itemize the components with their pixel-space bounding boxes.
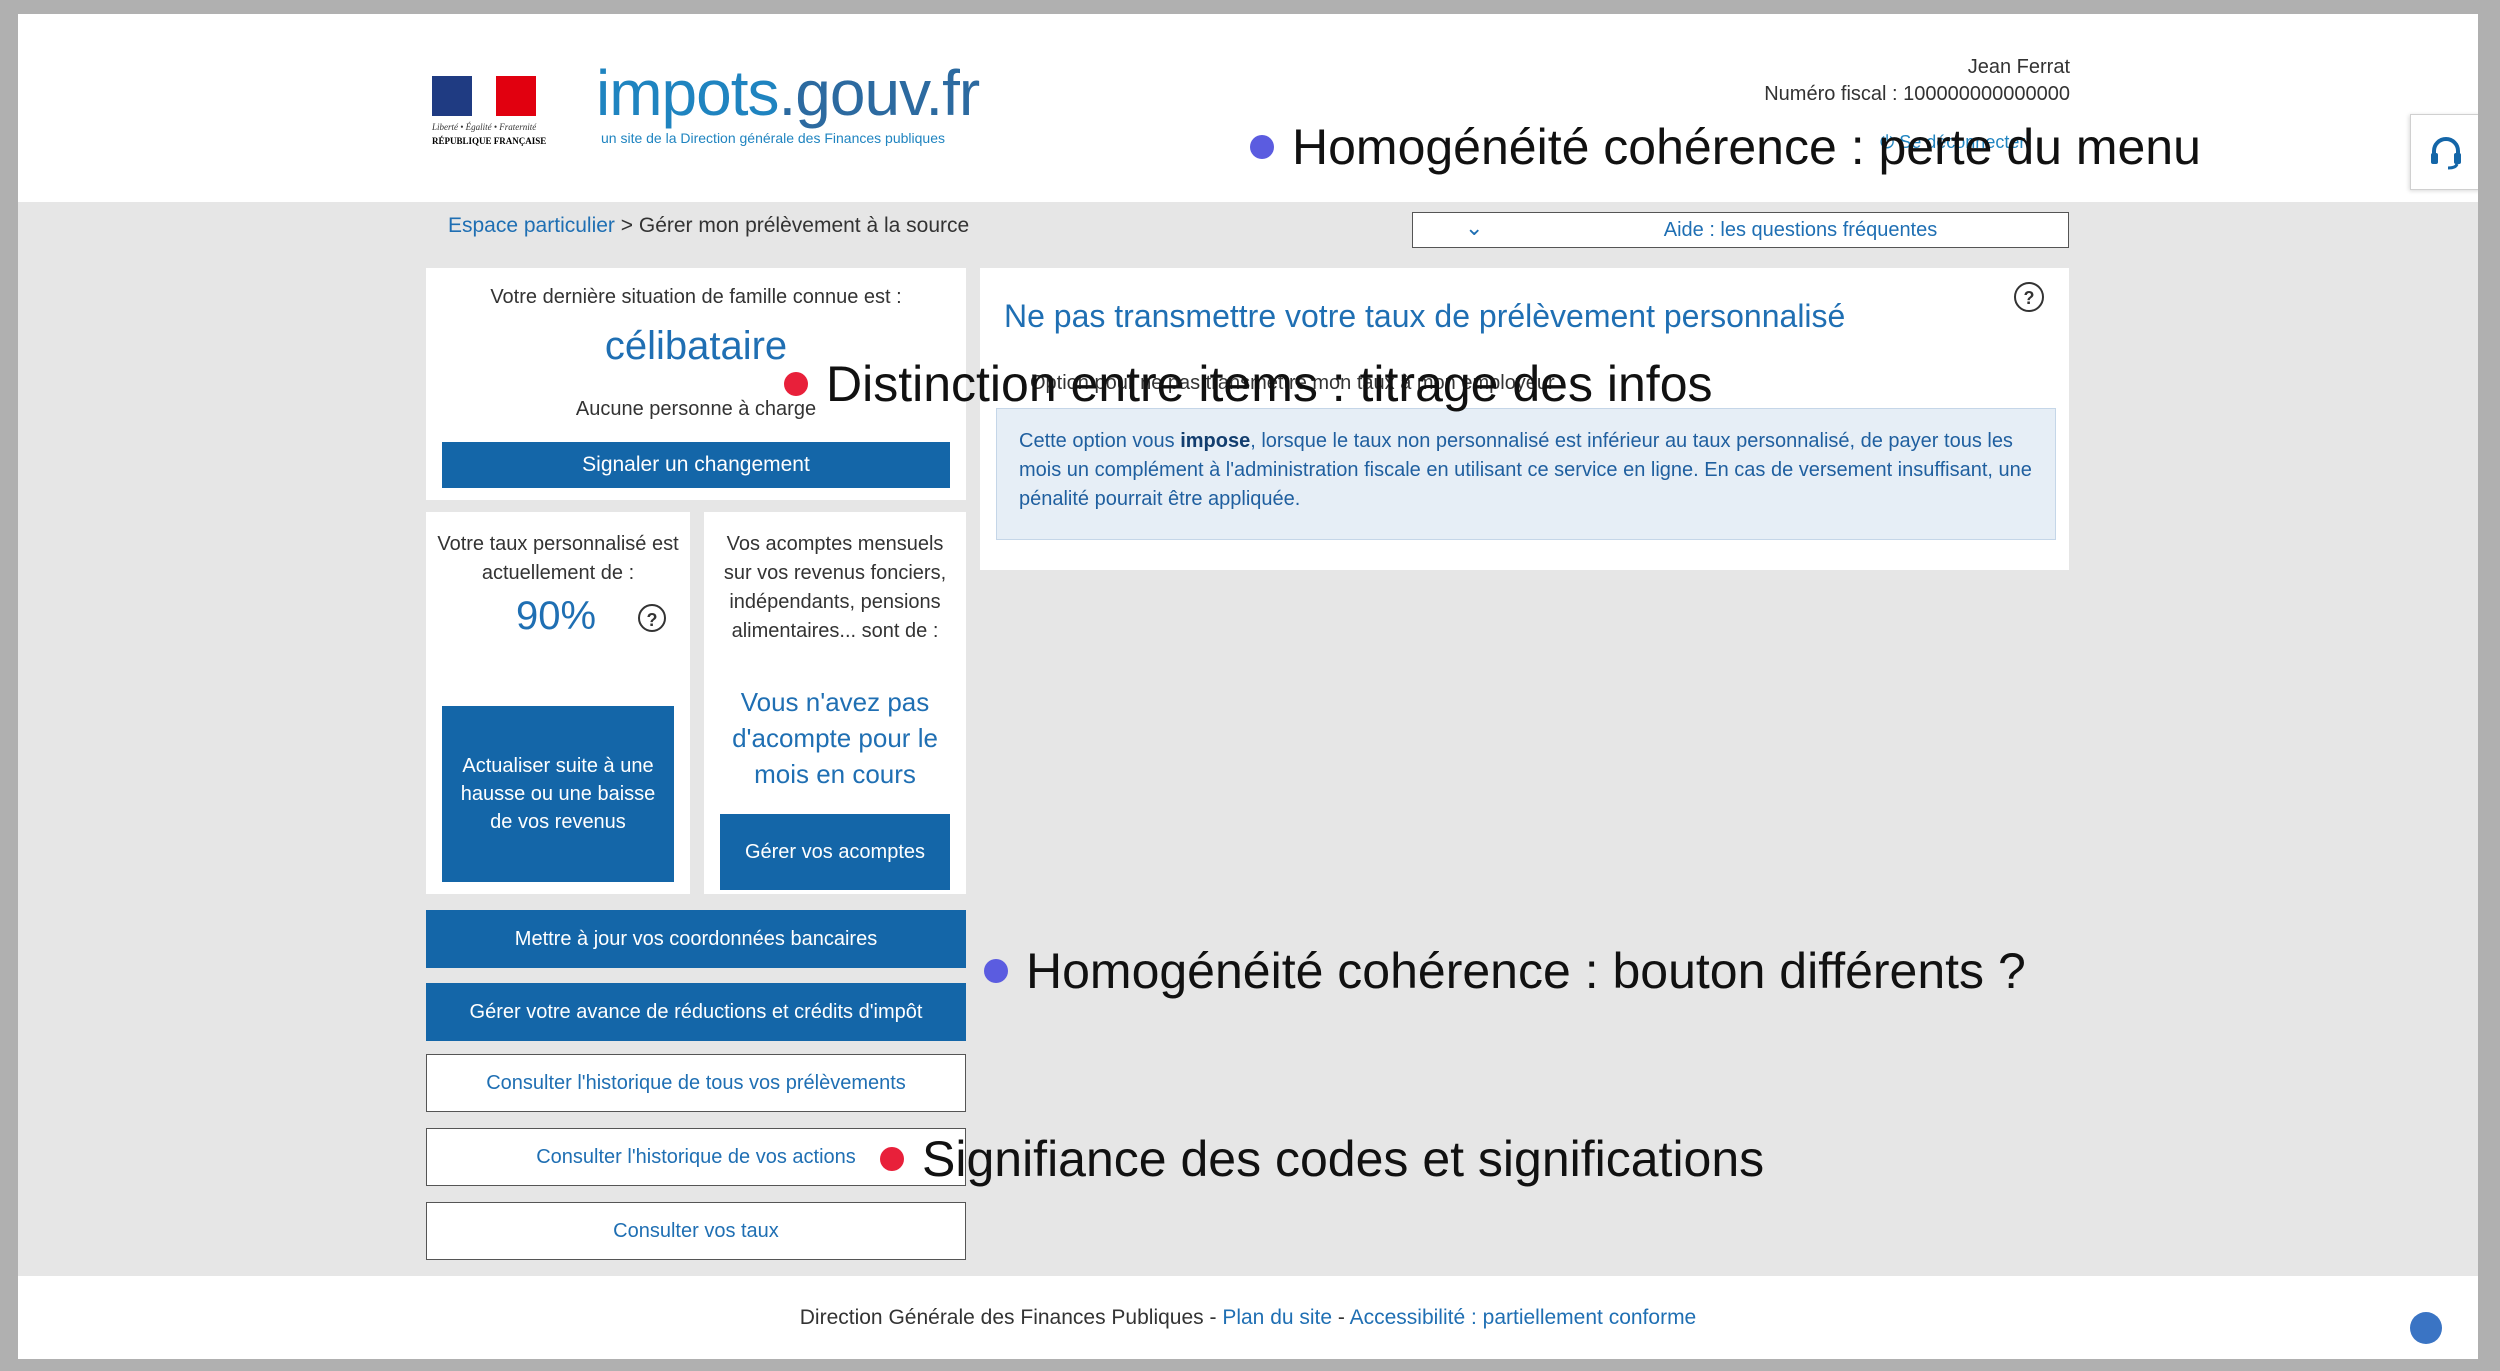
- annotation-titles: Distinction entre items : titrage des in…: [784, 355, 1713, 413]
- annotation-menu: Homogénéité cohérence : perte du menu: [1250, 118, 2201, 176]
- option-card: Ne pas transmettre votre taux de prélève…: [980, 268, 2069, 570]
- manage-acomptes-button[interactable]: Gérer vos acomptes: [720, 814, 950, 890]
- site-footer: Direction Générale des Finances Publique…: [18, 1276, 2478, 1359]
- chat-bubble-icon[interactable]: [2410, 1312, 2442, 1344]
- annotation-text: Signifiance des codes et significations: [922, 1131, 1765, 1187]
- republic-motto: Liberté • Égalité • Fraternité: [432, 122, 537, 132]
- acompte-label: Vos acomptes mensuels sur vos revenus fo…: [723, 533, 947, 642]
- headset-help-button[interactable]: [2410, 114, 2478, 190]
- help-icon[interactable]: ?: [638, 604, 666, 632]
- annotation-dot-blue: [984, 959, 1008, 983]
- rate-label: Votre taux personnalisé est actuellement…: [437, 533, 679, 584]
- footer-sep-2: -: [1332, 1306, 1350, 1329]
- family-label: Votre dernière situation de famille conn…: [490, 286, 902, 308]
- faq-label: Aide : les questions fréquentes: [1663, 219, 1938, 241]
- annotation-dot-blue: [1250, 135, 1274, 159]
- option-title: Ne pas transmettre votre taux de prélève…: [1004, 298, 1846, 334]
- view-rates-button[interactable]: Consulter vos taux: [426, 1202, 966, 1260]
- annotation-dot-red: [880, 1147, 904, 1171]
- annotation-dot-red: [784, 372, 808, 396]
- info-bold: impose: [1180, 430, 1251, 452]
- update-bank-details-button[interactable]: Mettre à jour vos coordonnées bancaires: [426, 910, 966, 968]
- republic-name: RÉPUBLIQUE FRANÇAISE: [432, 136, 547, 146]
- site-map-link[interactable]: Plan du site: [1222, 1306, 1332, 1329]
- fiscal-number: Numéro fiscal : 100000000000000: [1764, 83, 2070, 105]
- manage-tax-credit-advance-button[interactable]: Gérer votre avance de réductions et créd…: [426, 983, 966, 1041]
- report-change-button[interactable]: Signaler un changement: [442, 442, 950, 488]
- brand-subtitle: un site de la Direction générale des Fin…: [601, 130, 945, 146]
- annotation-text: Distinction entre items : titrage des in…: [826, 356, 1713, 412]
- acompte-value: Vous n'avez pas d'acompte pour le mois e…: [732, 687, 938, 789]
- faq-accordion[interactable]: ⌄ Aide : les questions fréquentes: [1412, 212, 2069, 248]
- breadcrumb: Espace particulier > Gérer mon prélèveme…: [448, 214, 969, 238]
- breadcrumb-separator: >: [620, 214, 634, 237]
- republique-logo[interactable]: Liberté • Égalité • Fraternité RÉPUBLIQU…: [432, 76, 547, 156]
- info-box: Cette option vous impose, lorsque le tau…: [996, 408, 2056, 540]
- help-icon[interactable]: ?: [2014, 282, 2044, 312]
- withdrawal-history-button[interactable]: Consulter l'historique de tous vos prélè…: [426, 1054, 966, 1112]
- annotation-text: Homogénéité cohérence : bouton différent…: [1026, 943, 2026, 999]
- user-name: Jean Ferrat: [1967, 56, 2070, 78]
- footer-org: Direction Générale des Finances Publique…: [799, 1306, 1204, 1329]
- accessibility-link[interactable]: Accessibilité : partiellement conforme: [1350, 1306, 1697, 1329]
- annotation-text: Homogénéité cohérence : perte du menu: [1292, 119, 2201, 175]
- rate-card: Votre taux personnalisé est actuellement…: [426, 512, 690, 894]
- info-prefix: Cette option vous: [1019, 430, 1181, 452]
- acompte-card: Vos acomptes mensuels sur vos revenus fo…: [704, 512, 966, 894]
- brand-suffix: .gouv.fr: [778, 57, 981, 129]
- brand-name: impots: [596, 57, 779, 129]
- annotation-buttons: Homogénéité cohérence : bouton différent…: [984, 942, 2026, 1000]
- site-logo[interactable]: impots.gouv.fr: [596, 56, 981, 130]
- breadcrumb-current: Gérer mon prélèvement à la source: [638, 214, 970, 237]
- headset-icon: [2431, 137, 2461, 170]
- annotation-codes: Signifiance des codes et significations: [880, 1130, 1764, 1188]
- marianne-flag-icon: [432, 76, 536, 116]
- update-rate-button[interactable]: Actualiser suite à une hausse ou une bai…: [442, 706, 674, 882]
- rate-value: 90%: [516, 594, 597, 638]
- footer-sep: -: [1203, 1306, 1223, 1329]
- breadcrumb-home-link[interactable]: Espace particulier: [448, 214, 615, 237]
- footer-text: Direction Générale des Finances Publique…: [18, 1306, 2478, 1330]
